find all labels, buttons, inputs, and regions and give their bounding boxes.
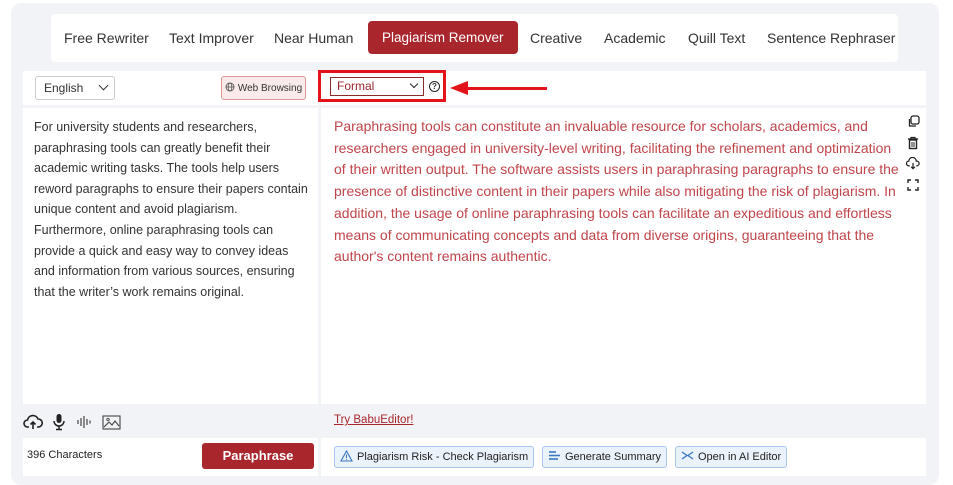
paraphrase-button[interactable]: Paraphrase <box>202 443 314 469</box>
language-select[interactable]: English <box>35 76 115 100</box>
character-count: 396 Characters <box>27 449 103 461</box>
input-text[interactable]: For university students and researchers,… <box>34 117 309 302</box>
summary-icon <box>548 450 561 464</box>
cloud-download-icon[interactable] <box>906 156 920 171</box>
image-icon[interactable] <box>101 412 121 432</box>
open-ai-editor-label: Open in AI Editor <box>698 451 782 463</box>
input-toolbar: English Web Browsing <box>23 71 318 105</box>
plagiarism-check-button[interactable]: Plagiarism Risk - Check Plagiarism <box>334 446 535 468</box>
audio-wave-icon[interactable] <box>75 412 95 432</box>
trash-icon[interactable] <box>906 135 920 150</box>
tab-quill-text[interactable]: Quill Text <box>688 30 745 46</box>
open-ai-editor-button[interactable]: Open in AI Editor <box>675 446 788 468</box>
annotation-arrow-line <box>466 87 547 90</box>
language-select-value: English <box>44 81 84 95</box>
chevron-down-icon <box>98 80 109 91</box>
warning-icon <box>340 449 353 465</box>
input-pane[interactable]: For university students and researchers,… <box>23 108 318 404</box>
ai-editor-icon <box>681 450 694 464</box>
tab-free-rewriter[interactable]: Free Rewriter <box>64 30 149 46</box>
try-babueditor-link[interactable]: Try BabuEditor! <box>334 414 413 426</box>
web-icon <box>225 82 235 95</box>
tab-academic[interactable]: Academic <box>604 30 665 46</box>
tab-text-improver[interactable]: Text Improver <box>169 30 254 46</box>
web-browsing-label: Web Browsing <box>237 82 303 94</box>
tab-sentence-rephraser[interactable]: Sentence Rephraser <box>767 30 895 46</box>
mode-tabs: Free Rewriter Text Improver Near Human P… <box>51 14 898 62</box>
input-footer: 396 Characters Paraphrase <box>23 438 318 476</box>
web-browsing-button[interactable]: Web Browsing <box>221 76 306 100</box>
microphone-icon[interactable] <box>49 412 69 432</box>
copy-icon[interactable] <box>906 114 920 129</box>
plagiarism-check-label: Plagiarism Risk - Check Plagiarism <box>357 451 529 463</box>
output-text[interactable]: Paraphrasing tools can constitute an inv… <box>334 116 899 268</box>
tab-near-human[interactable]: Near Human <box>274 30 353 46</box>
annotation-highlight-box <box>318 70 446 102</box>
tab-plagiarism-remover[interactable]: Plagiarism Remover <box>368 21 518 54</box>
upload-cloud-icon[interactable] <box>23 412 43 432</box>
generate-summary-label: Generate Summary <box>565 451 661 463</box>
output-footer: Plagiarism Risk - Check Plagiarism Gener… <box>321 438 926 476</box>
tab-creative[interactable]: Creative <box>530 30 582 46</box>
input-tools <box>23 411 121 433</box>
output-pane: Paraphrasing tools can constitute an inv… <box>321 108 926 404</box>
output-actions <box>906 114 920 192</box>
fullscreen-icon[interactable] <box>906 177 920 192</box>
generate-summary-button[interactable]: Generate Summary <box>542 446 667 468</box>
